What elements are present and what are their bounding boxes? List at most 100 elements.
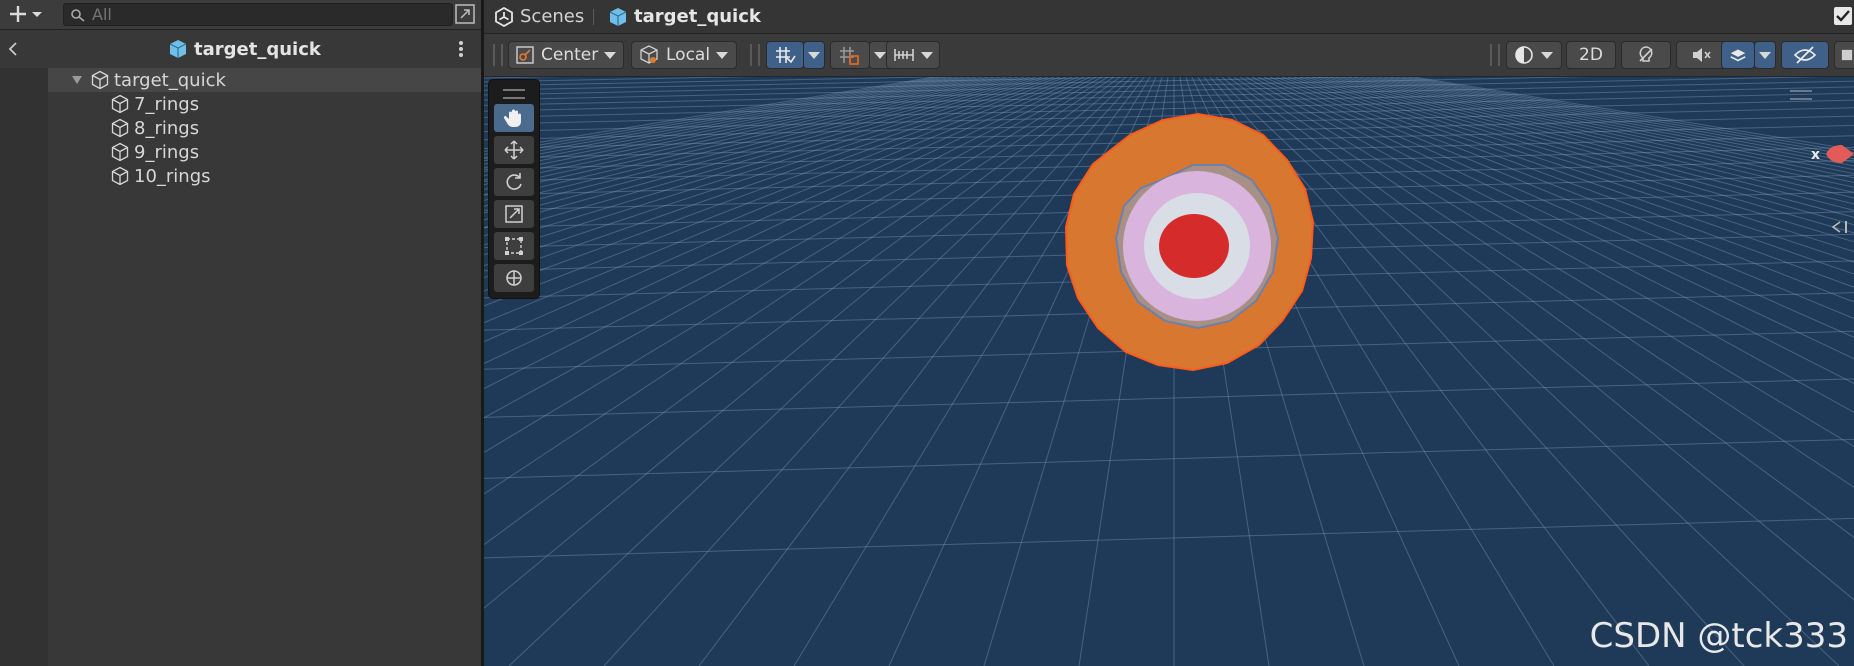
watermark-text: CSDN @tck333 (1589, 616, 1848, 656)
tree-item-target-quick[interactable]: target_quick (48, 68, 481, 92)
pivot-mode-dropdown[interactable]: Center (508, 41, 624, 69)
tree-gutter (0, 68, 48, 666)
rotate-icon (506, 173, 522, 190)
shading-sphere-icon (1515, 46, 1533, 64)
prefab-cube-icon (609, 7, 627, 26)
overlay-handle[interactable] (503, 89, 525, 99)
hierarchy-panel: target_quick target_quick 7_rings 8_ring… (0, 0, 481, 666)
hidden-eye-icon (1793, 46, 1817, 64)
scene-panel: Scenes target_quick Center Local 2D x CS… (484, 0, 1854, 666)
local-space-icon (640, 45, 658, 64)
tab-separator (593, 9, 594, 25)
audio-toggle[interactable] (1676, 41, 1726, 69)
effects-toggle[interactable] (1721, 41, 1755, 69)
tree-item-10-rings[interactable]: 10_rings (48, 164, 481, 188)
increment-snap-toggle[interactable] (830, 41, 870, 69)
orientation-overlay-handle[interactable] (1790, 90, 1812, 100)
hierarchy-tree: target_quick 7_rings 8_rings 9_rings 10_… (0, 68, 481, 666)
hierarchy-search[interactable] (63, 3, 453, 26)
ruler-icon (894, 49, 914, 61)
hand-icon (503, 109, 521, 127)
gizmo-x-label: x (1811, 147, 1821, 163)
add-object-button[interactable] (8, 4, 48, 24)
more-options-icon[interactable] (455, 39, 467, 59)
tab-target-quick[interactable]: target_quick (608, 0, 761, 33)
scale-tool-button[interactable] (494, 200, 534, 228)
gizmo-arrow-icon (1831, 221, 1847, 233)
hierarchy-header: target_quick (0, 30, 481, 68)
gameobject-cube-icon (111, 118, 129, 138)
prefab-cube-icon (169, 40, 187, 58)
chevron-down-icon (604, 51, 617, 59)
toolbar-grip[interactable] (1490, 44, 1500, 66)
scene-viewport[interactable]: x CSDN @tck333 (484, 77, 1854, 666)
tree-item-7-rings[interactable]: 7_rings (48, 92, 481, 116)
toggle-2d-button[interactable]: 2D (1566, 41, 1616, 69)
search-input[interactable] (92, 4, 442, 25)
toolbar-grip[interactable] (750, 44, 760, 66)
gizmo-x-cone-icon[interactable] (1824, 143, 1854, 165)
tab-scenes[interactable]: Scenes (494, 0, 584, 33)
chevron-down-icon (921, 51, 933, 59)
chevron-down-icon (1759, 51, 1771, 59)
increment-snap-icon (840, 47, 859, 65)
tools-overlay (488, 79, 540, 299)
pivot-center-icon (516, 46, 534, 64)
gizmo-box-icon (1841, 49, 1853, 61)
layers-icon (1730, 49, 1746, 62)
open-window-button[interactable] (454, 3, 476, 25)
tree-item-label: 7_rings (134, 93, 200, 115)
draw-mode-dropdown[interactable] (1506, 41, 1562, 69)
gizmos-toggle[interactable] (1834, 41, 1854, 69)
move-tool-button[interactable] (494, 136, 534, 164)
space-mode-dropdown[interactable]: Local (631, 41, 737, 69)
rotate-tool-button[interactable] (494, 168, 534, 196)
tree-item-label: target_quick (114, 69, 226, 91)
tree-item-8-rings[interactable]: 8_rings (48, 116, 481, 140)
hand-tool-button[interactable] (494, 104, 534, 132)
rect-tool-button[interactable] (494, 232, 534, 260)
expand-triangle-icon[interactable] (70, 73, 84, 87)
chevron-down-icon (874, 51, 886, 59)
unity-logo-icon (495, 6, 513, 27)
gameobject-cube-icon (111, 166, 129, 186)
ruler-snap-dropdown[interactable] (886, 41, 940, 69)
tab-label: Scenes (520, 6, 585, 27)
light-bulb-icon (1639, 46, 1653, 62)
tree-item-label: 8_rings (134, 117, 200, 139)
chevron-down-icon (716, 51, 729, 59)
chevron-down-icon (1541, 51, 1553, 59)
chevron-down-icon (808, 51, 820, 59)
tab-label: target_quick (634, 6, 761, 27)
target-bullseye (1159, 214, 1229, 278)
grid-snap-dropdown[interactable] (803, 41, 825, 69)
tree-item-9-rings[interactable]: 9_rings (48, 140, 481, 164)
space-mode-label: Local (666, 45, 711, 65)
scene-toolbar: Center Local 2D (484, 34, 1854, 77)
rect-transform-icon (505, 237, 523, 255)
lighting-toggle[interactable] (1621, 41, 1671, 69)
expand-window-icon (455, 4, 475, 24)
gameobject-cube-icon (111, 94, 129, 114)
transform-tool-button[interactable] (494, 264, 534, 292)
target-model[interactable] (484, 77, 1854, 666)
transform-all-icon (506, 270, 522, 286)
prefab-title: target_quick (168, 38, 321, 60)
gameobject-cube-icon (111, 142, 129, 162)
toggle-2d-label: 2D (1579, 45, 1603, 65)
auto-save-checkbox[interactable] (1834, 7, 1852, 25)
scene-tab-bar: Scenes target_quick (484, 0, 1854, 34)
chevron-down-icon (32, 12, 42, 17)
speaker-mute-icon (1693, 48, 1711, 62)
prefab-title-label: target_quick (194, 38, 321, 60)
checkmark-icon (1836, 10, 1850, 22)
gameobject-cube-icon (91, 70, 109, 90)
grid-snap-icon (776, 47, 796, 64)
search-icon (71, 9, 85, 22)
back-arrow-icon[interactable] (6, 39, 20, 59)
scene-visibility-toggle[interactable] (1781, 41, 1829, 69)
toolbar-grip[interactable] (493, 44, 503, 66)
grid-snap-toggle[interactable] (766, 41, 804, 69)
tree-item-label: 9_rings (134, 141, 200, 163)
effects-dropdown[interactable] (1754, 41, 1776, 69)
